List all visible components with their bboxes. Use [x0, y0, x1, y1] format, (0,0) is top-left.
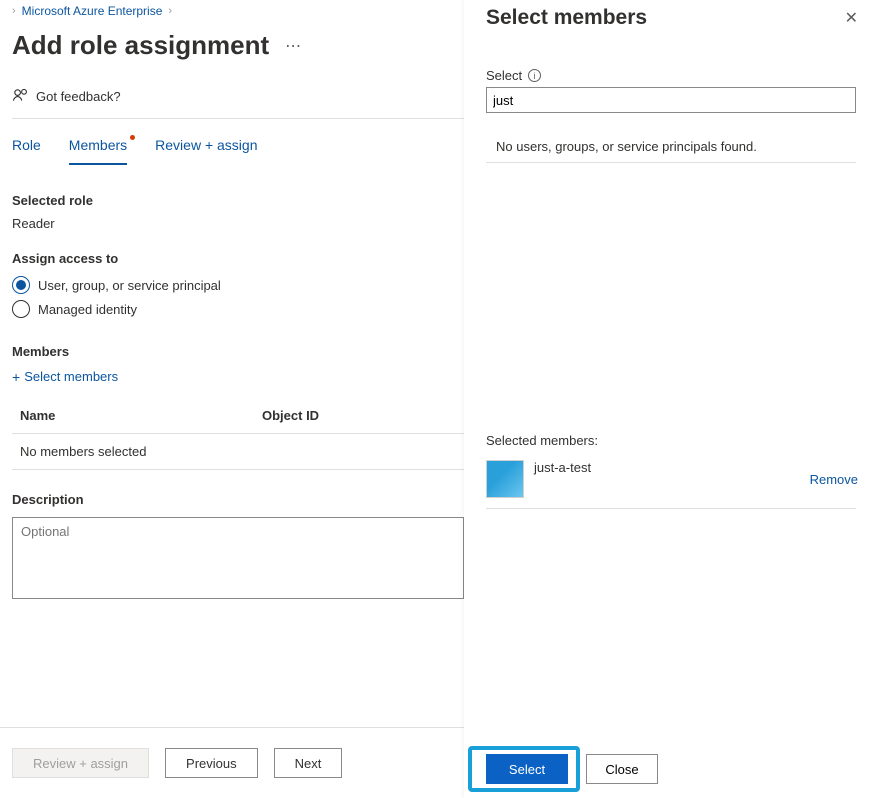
feedback-label: Got feedback? — [36, 89, 121, 104]
radio-user-group-sp-label: User, group, or service principal — [38, 278, 221, 293]
members-empty-row: No members selected — [12, 434, 464, 469]
select-button[interactable]: Select — [486, 754, 568, 784]
remove-member-link[interactable]: Remove — [810, 472, 858, 487]
tab-members-label: Members — [69, 137, 127, 153]
tab-role[interactable]: Role — [12, 137, 41, 165]
description-input[interactable] — [12, 517, 464, 599]
selected-members-label: Selected members: — [486, 433, 858, 448]
panel-title: Select members — [486, 6, 647, 30]
breadcrumb-link[interactable]: Microsoft Azure Enterprise — [22, 4, 163, 18]
radio-managed-identity[interactable] — [12, 300, 30, 318]
select-field-label: Select — [486, 68, 522, 83]
select-search-input[interactable] — [486, 87, 856, 113]
info-icon[interactable]: i — [528, 69, 541, 82]
selected-member-name: just-a-test — [534, 460, 800, 475]
member-avatar-icon — [486, 460, 524, 498]
selected-member-item: just-a-test Remove — [486, 460, 858, 498]
radio-managed-identity-label: Managed identity — [38, 302, 137, 317]
attention-dot-icon — [130, 135, 135, 140]
next-button[interactable]: Next — [274, 748, 343, 778]
feedback-link[interactable]: Got feedback? — [12, 87, 464, 119]
more-menu-icon[interactable]: ⋯ — [285, 36, 302, 56]
tab-review[interactable]: Review + assign — [155, 137, 257, 165]
radio-user-group-sp[interactable] — [12, 276, 30, 294]
chevron-right-icon: › — [12, 5, 16, 17]
select-members-panel: Select members ✕ Select i No users, grou… — [464, 0, 876, 798]
tab-members[interactable]: Members — [69, 137, 127, 165]
divider — [486, 508, 856, 509]
previous-button[interactable]: Previous — [165, 748, 258, 778]
members-table: Name Object ID No members selected — [12, 398, 464, 470]
col-object-id: Object ID — [262, 408, 464, 423]
col-name: Name — [12, 408, 262, 423]
close-icon[interactable]: ✕ — [845, 8, 858, 28]
search-no-results: No users, groups, or service principals … — [486, 131, 856, 163]
select-members-link-label: Select members — [24, 369, 118, 384]
plus-icon: + — [12, 370, 20, 384]
close-button[interactable]: Close — [586, 754, 658, 784]
review-assign-button[interactable]: Review + assign — [12, 748, 149, 778]
chevron-right-icon: › — [168, 5, 172, 17]
page-title: Add role assignment — [12, 30, 269, 61]
person-feedback-icon — [12, 87, 28, 106]
